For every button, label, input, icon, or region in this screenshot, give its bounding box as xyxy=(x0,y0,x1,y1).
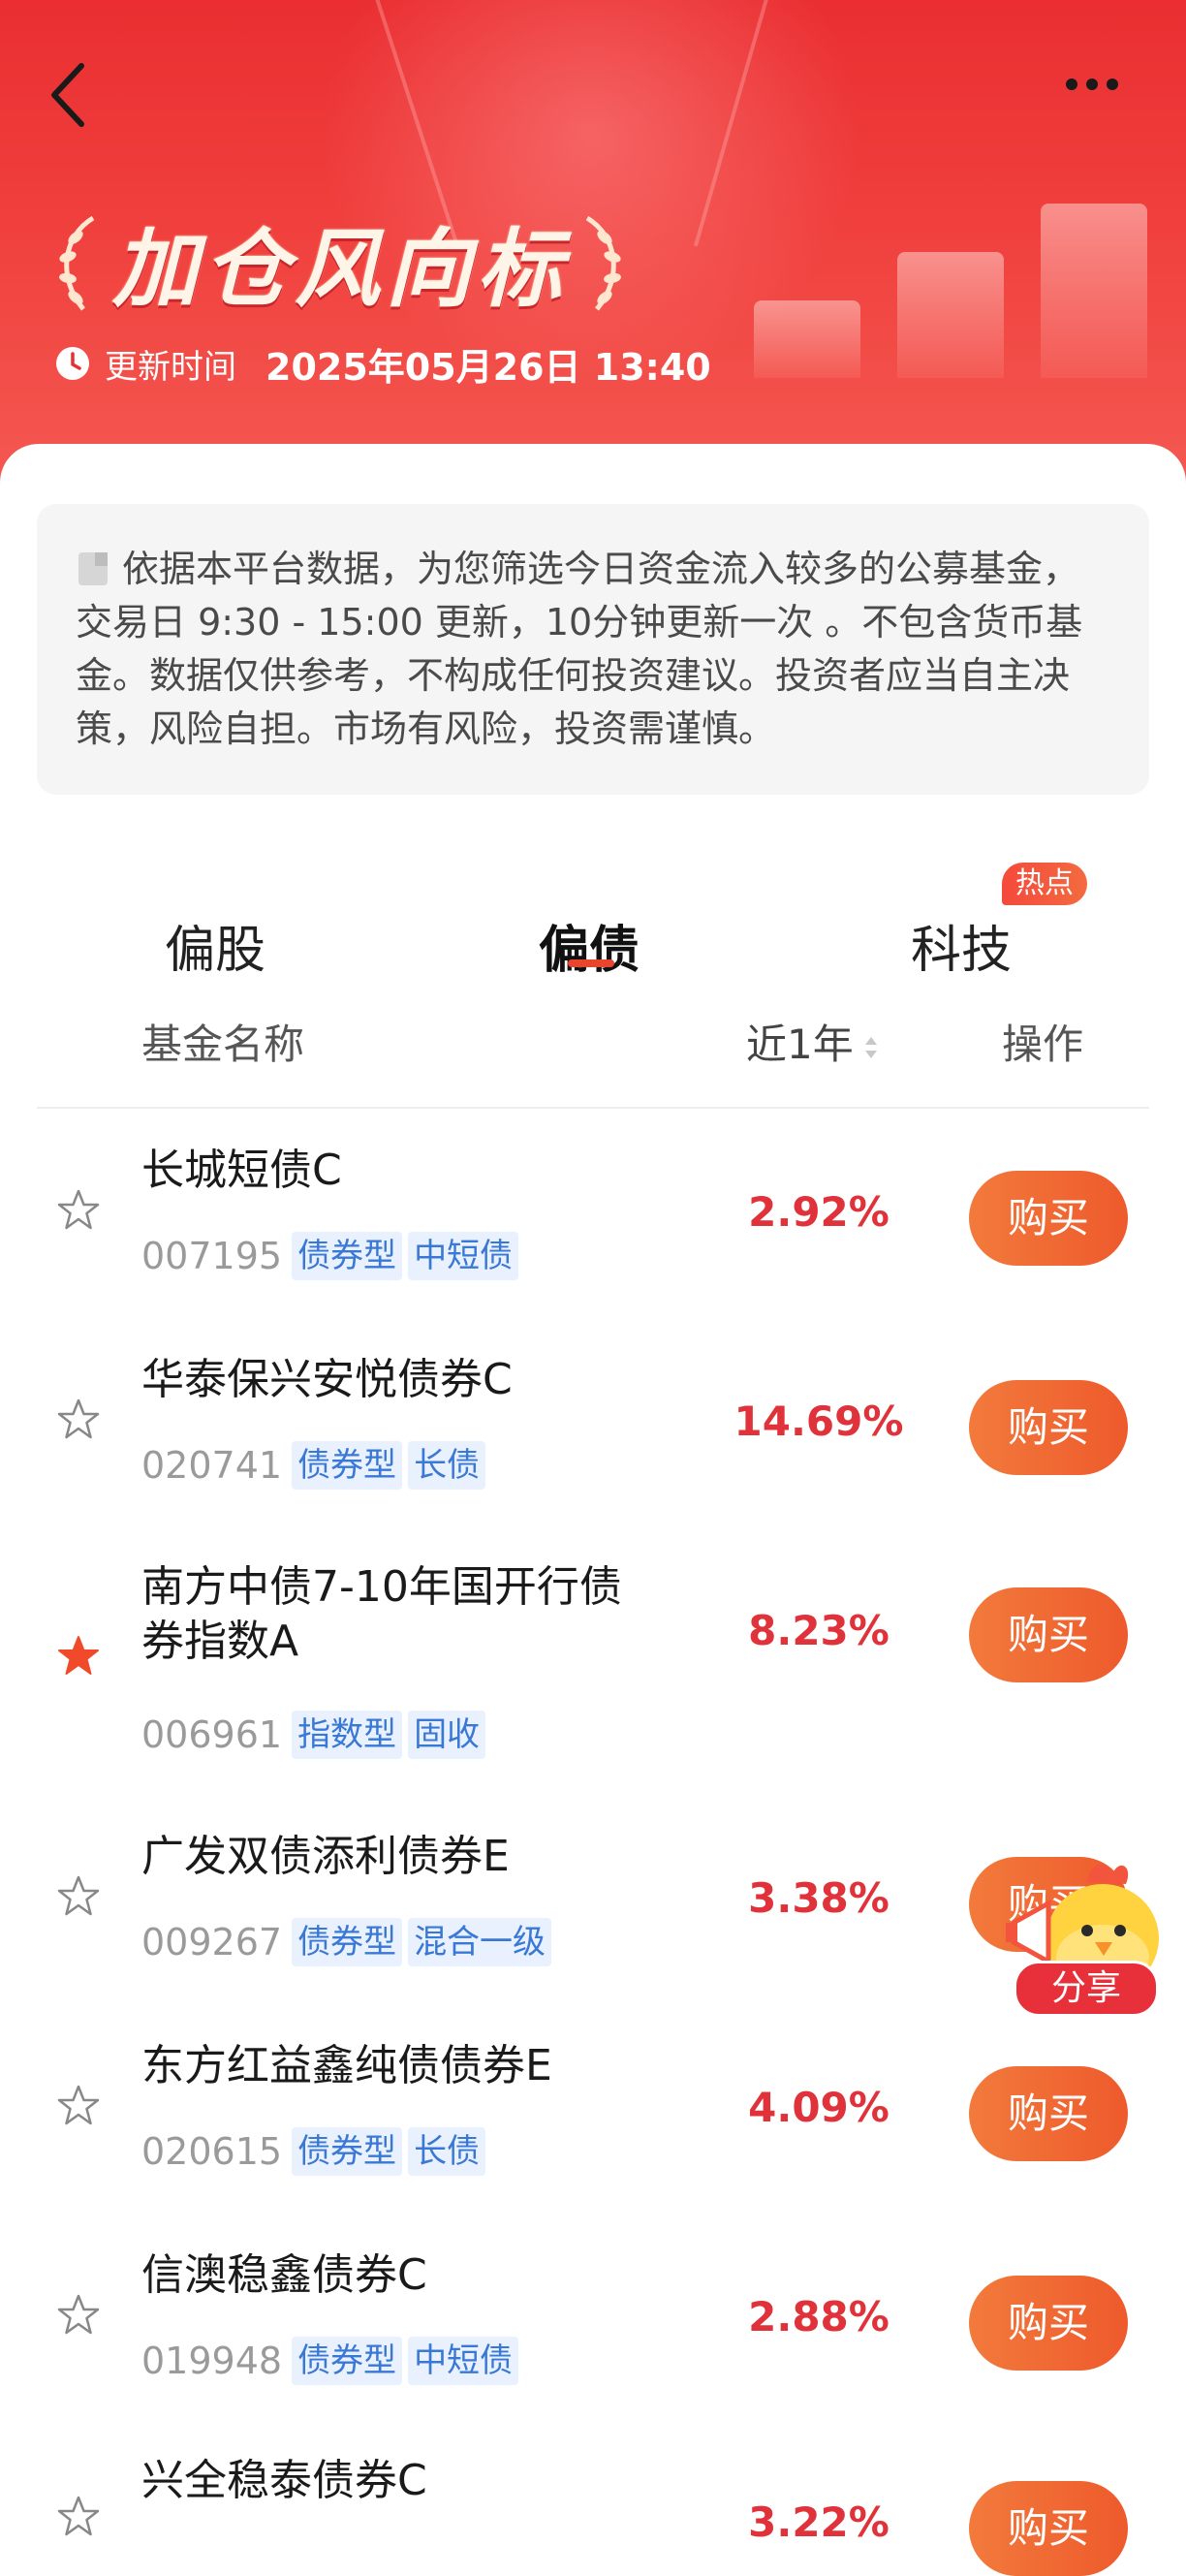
laurel-right-icon xyxy=(585,215,621,311)
decor-bars xyxy=(746,165,1172,378)
fund-name[interactable]: 南方中债7-10年国开行债券指数A xyxy=(141,1560,645,1669)
fund-tag: 长债 xyxy=(408,1441,486,1490)
fund-name[interactable]: 东方红益鑫纯债债券E xyxy=(141,2039,665,2093)
fund-return: 3.38% xyxy=(748,1874,890,1922)
fund-return: 8.23% xyxy=(748,1607,890,1654)
fund-tag: 指数型 xyxy=(292,1711,403,1759)
fund-meta: 007195 债券型 中短债 xyxy=(141,1231,524,1281)
fund-name[interactable]: 广发双债添利债券E xyxy=(141,1830,665,1884)
buy-button[interactable]: 购买 xyxy=(969,2276,1128,2371)
fund-code: 006961 xyxy=(141,1713,283,1756)
decor-bar xyxy=(1041,204,1147,378)
fund-meta: 006961 指数型 固收 xyxy=(141,1710,491,1760)
document-icon xyxy=(78,552,108,585)
fund-tag: 债券型 xyxy=(292,1232,403,1280)
fund-tag: 混合一级 xyxy=(408,1918,552,1966)
fund-name[interactable]: 信澳稳鑫债券C xyxy=(141,2248,665,2303)
page-title-text: 加仓风向标 xyxy=(112,218,569,319)
fund-name[interactable]: 长城短债C xyxy=(141,1144,665,1198)
tab-tech[interactable]: 科技 xyxy=(911,909,1012,982)
fund-return: 14.69% xyxy=(733,1398,904,1445)
buy-button[interactable]: 购买 xyxy=(969,2481,1128,2576)
fund-code: 009267 xyxy=(141,1921,283,1963)
fund-code: 020615 xyxy=(141,2130,283,2173)
star-icon[interactable] xyxy=(56,1398,101,1442)
buy-button[interactable]: 购买 xyxy=(969,1171,1128,1266)
fund-tag: 债券型 xyxy=(292,1441,403,1490)
fund-return: 2.92% xyxy=(748,1188,890,1236)
star-filled-icon[interactable] xyxy=(56,1634,101,1679)
buy-button[interactable]: 购买 xyxy=(969,2066,1128,2161)
notice-text: 依据本平台数据，为您筛选今日资金流入较多的公募基金，交易日 9:30 - 15:… xyxy=(76,548,1083,750)
fund-tag: 中短债 xyxy=(408,1232,519,1280)
star-icon[interactable] xyxy=(56,2495,101,2539)
fund-meta: 019948 债券型 中短债 xyxy=(141,2336,524,2386)
fund-code: 019948 xyxy=(141,2340,283,2382)
decor-bar xyxy=(754,300,860,378)
buy-button[interactable]: 购买 xyxy=(969,1587,1128,1682)
page-title: 加仓风向标 xyxy=(47,204,634,320)
buy-button[interactable]: 购买 xyxy=(969,1380,1128,1475)
fund-return: 4.09% xyxy=(748,2084,890,2131)
fund-tag: 固收 xyxy=(408,1711,486,1759)
fund-tag: 长债 xyxy=(408,2127,486,2176)
header-divider xyxy=(37,1107,1149,1109)
star-icon[interactable] xyxy=(56,1188,101,1233)
column-header-return-label: 近1年 xyxy=(746,1021,854,1068)
back-arrow-icon[interactable] xyxy=(47,60,89,130)
fund-code: 007195 xyxy=(141,1235,283,1277)
update-label: 更新时间 xyxy=(105,347,236,387)
star-icon[interactable] xyxy=(56,1874,101,1919)
column-header-action: 操作 xyxy=(1002,1021,1084,1068)
fund-meta: 020615 债券型 长债 xyxy=(141,2126,491,2177)
tab-stock[interactable]: 偏股 xyxy=(165,909,265,982)
hot-badge: 热点 xyxy=(1002,863,1087,905)
star-icon[interactable] xyxy=(56,2293,101,2338)
star-icon[interactable] xyxy=(56,2084,101,2128)
fund-tag: 债券型 xyxy=(292,2337,403,2385)
tab-bond[interactable]: 偏债 xyxy=(539,909,640,982)
more-icon[interactable] xyxy=(1066,76,1143,114)
update-time-row: 更新时间 2025年05月26日 13:40 xyxy=(54,341,711,389)
clock-icon xyxy=(56,347,89,380)
column-header-name: 基金名称 xyxy=(141,1021,305,1068)
notice-box: 依据本平台数据，为您筛选今日资金流入较多的公募基金，交易日 9:30 - 15:… xyxy=(37,504,1149,795)
fund-return: 2.88% xyxy=(748,2293,890,2340)
share-button[interactable]: 分享 xyxy=(1014,1961,1159,2017)
column-header-return[interactable]: 近1年 xyxy=(746,1006,881,1084)
fund-tag: 中短债 xyxy=(408,2337,519,2385)
fund-name[interactable]: 兴全稳泰债券C xyxy=(141,2454,665,2508)
fund-meta: 020741 债券型 长债 xyxy=(141,1440,491,1491)
fund-tag: 债券型 xyxy=(292,1918,403,1966)
laurel-left-icon xyxy=(59,215,95,311)
update-time: 2025年05月26日 13:40 xyxy=(265,345,711,389)
sort-icon xyxy=(864,1036,877,1058)
fund-meta: 009267 债券型 混合一级 xyxy=(141,1917,557,1967)
fund-return: 3.22% xyxy=(748,2498,890,2546)
fund-code: 020741 xyxy=(141,1444,283,1487)
decor-bar xyxy=(897,252,1004,378)
active-tab-indicator xyxy=(568,959,614,967)
header-banner: 加仓风向标 更新时间 2025年05月26日 13:40 xyxy=(0,0,1186,504)
fund-tag: 债券型 xyxy=(292,2127,403,2176)
fund-name[interactable]: 华泰保兴安悦债券C xyxy=(141,1353,665,1407)
